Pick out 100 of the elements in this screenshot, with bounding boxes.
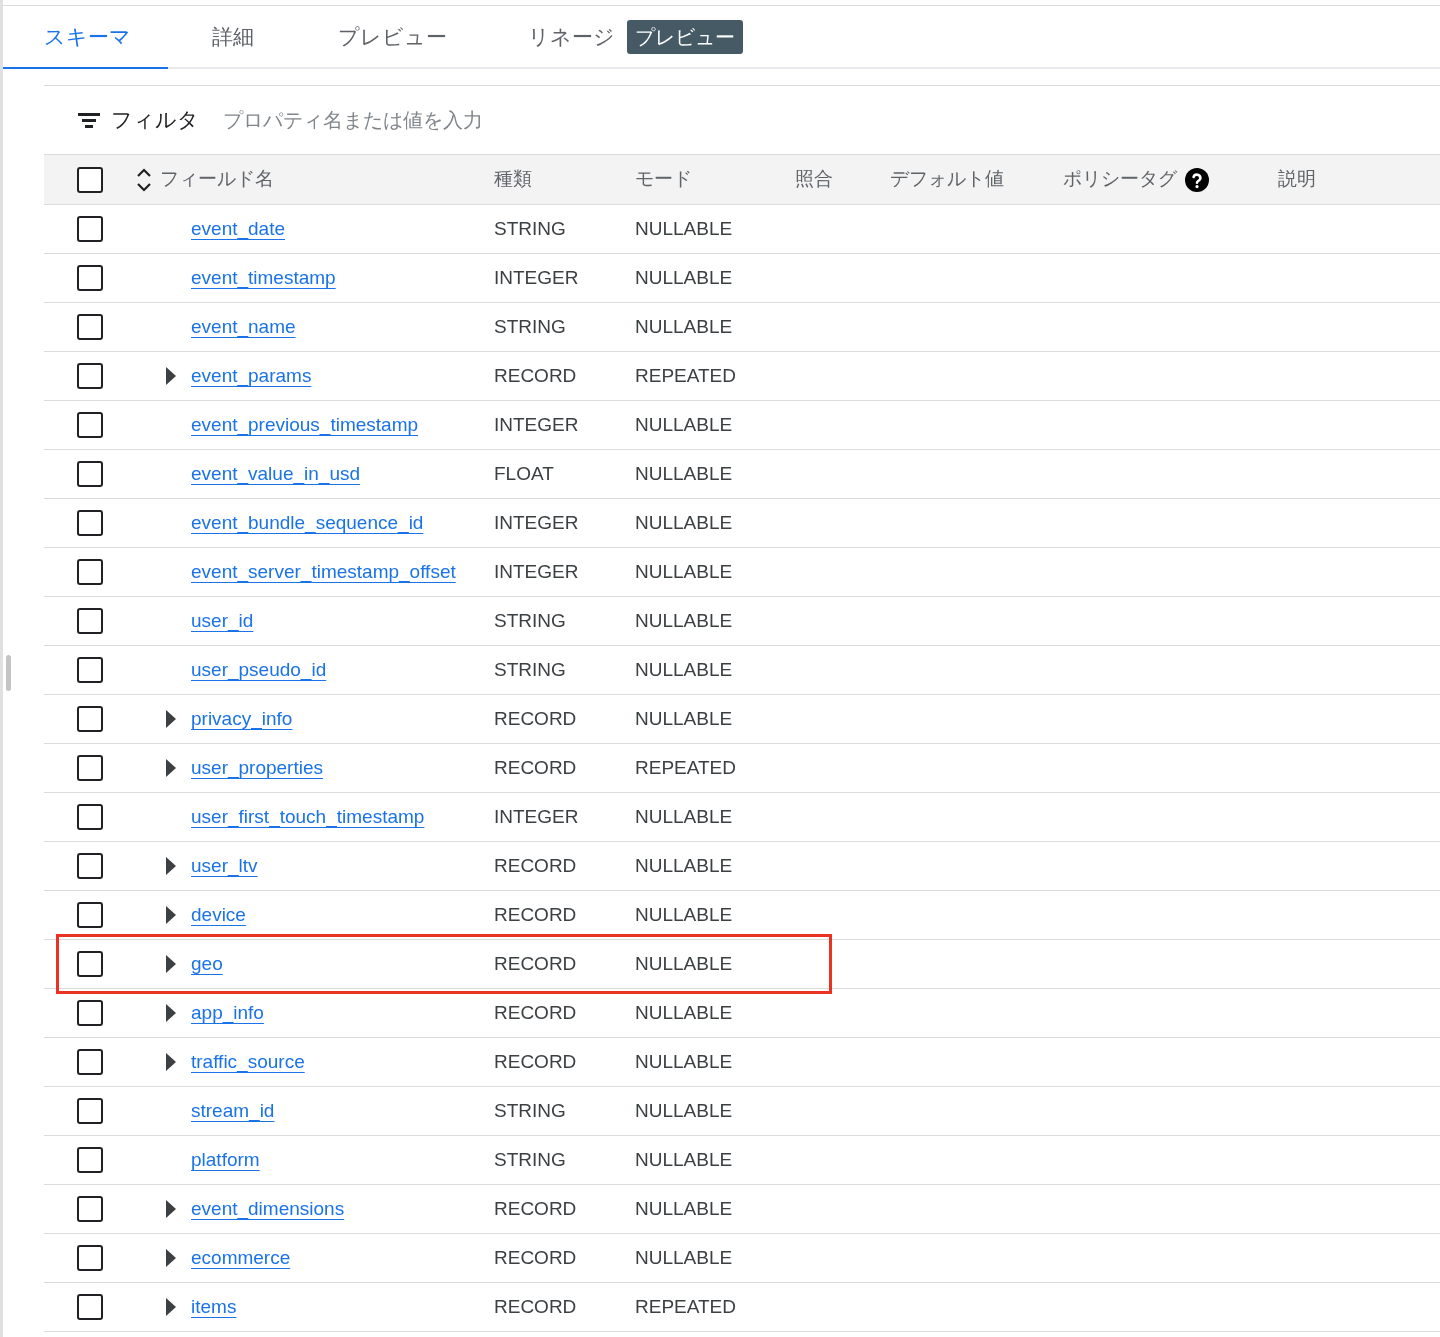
- type-cell-text: RECORD: [494, 902, 578, 927]
- field-name-link[interactable]: event_params: [191, 361, 312, 391]
- checkbox[interactable]: [77, 1147, 103, 1173]
- checkbox[interactable]: [77, 755, 103, 781]
- checkbox[interactable]: [77, 559, 103, 585]
- type-cell-text: RECORD: [494, 951, 578, 976]
- column-header: フィールド名: [160, 167, 274, 192]
- mode-cell-text: NULLABLE: [635, 951, 733, 976]
- checkbox[interactable]: [77, 951, 103, 977]
- type-cell-text: STRING: [494, 1147, 567, 1172]
- field-name-link[interactable]: app_info: [191, 998, 264, 1028]
- field-name-link[interactable]: event_previous_timestamp: [191, 410, 419, 440]
- checkbox[interactable]: [77, 853, 103, 879]
- field-name-link[interactable]: user_id: [191, 606, 254, 636]
- mode-cell-text: NULLABLE: [635, 706, 733, 731]
- mode-cell-text: REPEATED: [635, 363, 736, 388]
- field-name-link[interactable]: device: [191, 900, 246, 930]
- field-name-link[interactable]: user_ltv: [191, 851, 258, 881]
- type-cell-text: INTEGER: [494, 559, 580, 584]
- field-name-link[interactable]: items: [191, 1292, 237, 1322]
- expand-arrow-icon[interactable]: [166, 906, 176, 924]
- column-header: 種類: [494, 167, 532, 192]
- expand-arrow-icon[interactable]: [166, 1200, 176, 1218]
- checkbox[interactable]: [77, 166, 103, 193]
- field-name-link[interactable]: event_dimensions: [191, 1194, 345, 1224]
- checkbox[interactable]: [77, 657, 103, 683]
- mode-cell-text: NULLABLE: [635, 559, 733, 584]
- tab[interactable]: スキーマ: [0, 6, 168, 69]
- field-name-link[interactable]: event_timestamp: [191, 263, 336, 293]
- expand-arrow-icon[interactable]: [166, 955, 176, 973]
- filter-label: フィルタ: [111, 107, 199, 134]
- type-cell-text: RECORD: [494, 1294, 578, 1319]
- tab[interactable]: プレビュー: [294, 6, 484, 69]
- column-header: ポリシータグ: [1063, 167, 1177, 192]
- mode-cell-text: NULLABLE: [635, 265, 733, 290]
- field-name-link[interactable]: stream_id: [191, 1096, 275, 1126]
- checkbox[interactable]: [77, 1098, 103, 1124]
- expand-arrow-icon[interactable]: [166, 1298, 176, 1316]
- field-name-link[interactable]: privacy_info: [191, 704, 293, 734]
- expand-arrow-icon[interactable]: [166, 367, 176, 385]
- checkbox[interactable]: [77, 216, 103, 242]
- type-cell-text: RECORD: [494, 1000, 578, 1025]
- type-cell-text: RECORD: [494, 1196, 578, 1221]
- expand-arrow-icon[interactable]: [166, 759, 176, 777]
- mode-cell-text: NULLABLE: [635, 1049, 733, 1074]
- mode-cell-text: NULLABLE: [635, 1098, 733, 1123]
- field-name-link[interactable]: user_pseudo_id: [191, 655, 327, 685]
- help-icon[interactable]: [1185, 167, 1209, 192]
- checkbox[interactable]: [77, 608, 103, 634]
- field-name-link[interactable]: event_date: [191, 214, 286, 244]
- mode-cell-text: NULLABLE: [635, 657, 733, 682]
- field-name-link[interactable]: user_properties: [191, 753, 324, 783]
- resize-handle[interactable]: [6, 655, 11, 691]
- mode-cell-text: NULLABLE: [635, 412, 733, 437]
- field-name-link[interactable]: ecommerce: [191, 1243, 291, 1273]
- field-name-link[interactable]: geo: [191, 949, 223, 979]
- checkbox[interactable]: [77, 412, 103, 438]
- type-cell-text: INTEGER: [494, 804, 580, 829]
- column-header: 説明: [1278, 167, 1316, 192]
- checkbox[interactable]: [77, 706, 103, 732]
- expand-arrow-icon[interactable]: [166, 857, 176, 875]
- checkbox[interactable]: [77, 461, 103, 487]
- checkbox[interactable]: [77, 363, 103, 389]
- checkbox[interactable]: [77, 1294, 103, 1320]
- checkbox[interactable]: [77, 804, 103, 830]
- field-name-link[interactable]: event_bundle_sequence_id: [191, 508, 424, 538]
- tab[interactable]: 詳細: [168, 6, 294, 69]
- checkbox[interactable]: [77, 1049, 103, 1075]
- field-name-link[interactable]: user_first_touch_timestamp: [191, 802, 425, 832]
- field-name-link[interactable]: event_value_in_usd: [191, 459, 361, 489]
- type-cell-text: INTEGER: [494, 510, 580, 535]
- field-name-link[interactable]: event_name: [191, 312, 296, 342]
- filter-input[interactable]: プロパティ名または値を入力: [223, 105, 823, 135]
- expand-arrow-icon[interactable]: [166, 710, 176, 728]
- tab[interactable]: リネージ プレビュー: [484, 6, 787, 69]
- type-cell-text: RECORD: [494, 1245, 578, 1270]
- mode-cell-text: REPEATED: [635, 1294, 736, 1319]
- checkbox[interactable]: [77, 1245, 103, 1271]
- type-cell-text: RECORD: [494, 706, 578, 731]
- mode-cell-text: NULLABLE: [635, 1196, 733, 1221]
- field-name-link[interactable]: platform: [191, 1145, 260, 1175]
- mode-cell-text: NULLABLE: [635, 1147, 733, 1172]
- type-cell-text: INTEGER: [494, 412, 580, 437]
- column-header: 照合: [795, 167, 833, 192]
- filter-icon[interactable]: [77, 111, 101, 129]
- expand-arrow-icon[interactable]: [166, 1004, 176, 1022]
- sort-icon[interactable]: [136, 166, 152, 193]
- checkbox[interactable]: [77, 265, 103, 291]
- type-cell-text: STRING: [494, 657, 567, 682]
- checkbox[interactable]: [77, 510, 103, 536]
- checkbox[interactable]: [77, 902, 103, 928]
- field-name-link[interactable]: traffic_source: [191, 1047, 305, 1077]
- checkbox[interactable]: [77, 314, 103, 340]
- type-cell-text: STRING: [494, 314, 567, 339]
- checkbox[interactable]: [77, 1000, 103, 1026]
- expand-arrow-icon[interactable]: [166, 1053, 176, 1071]
- checkbox[interactable]: [77, 1196, 103, 1222]
- mode-cell-text: NULLABLE: [635, 510, 733, 535]
- expand-arrow-icon[interactable]: [166, 1249, 176, 1267]
- field-name-link[interactable]: event_server_timestamp_offset: [191, 557, 456, 587]
